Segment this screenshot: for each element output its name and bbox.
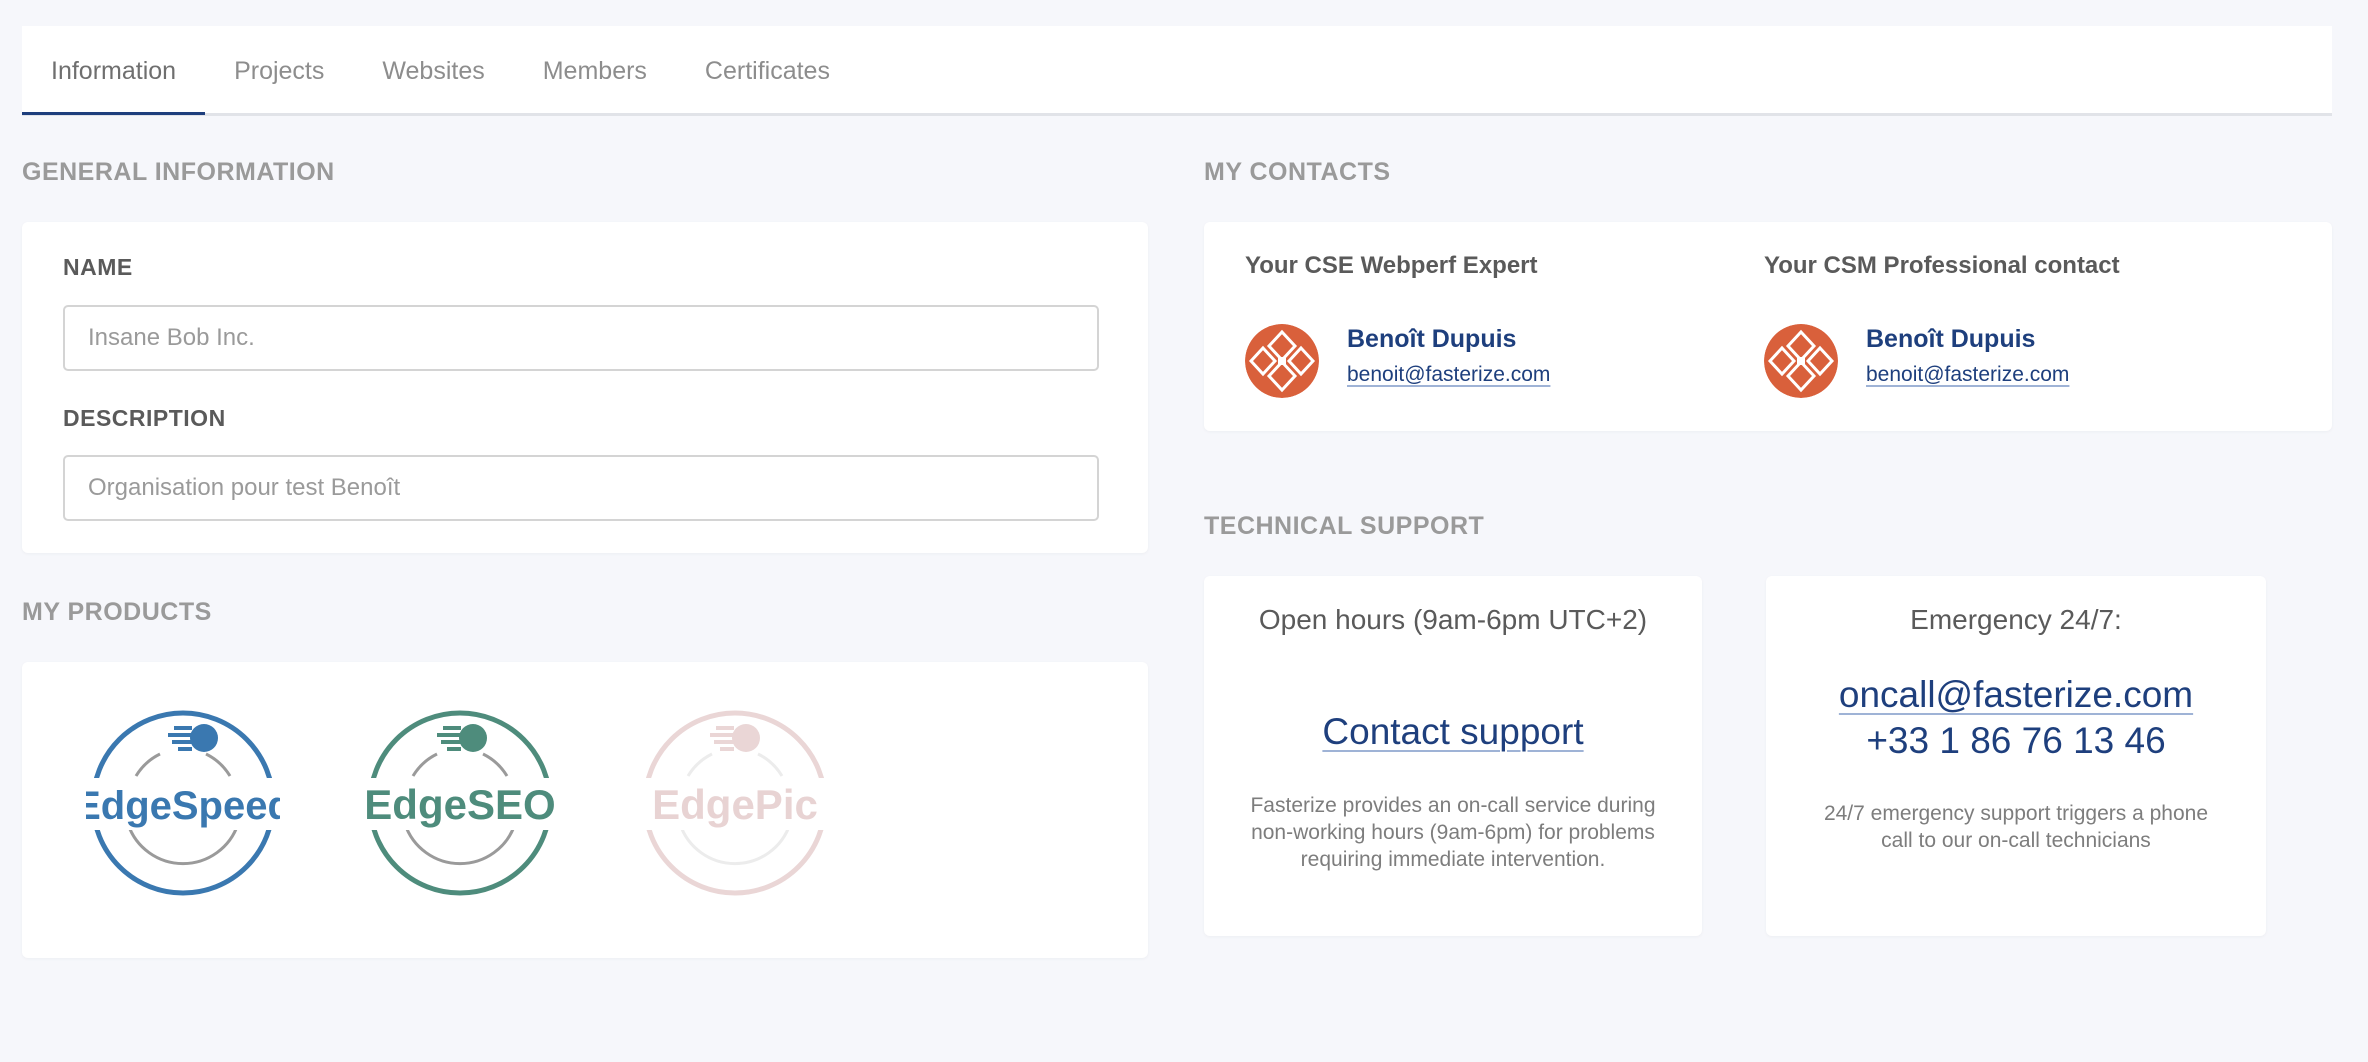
emergency-email-label[interactable]: oncall@fasterize.com [1839, 674, 2193, 715]
product-edgeseo-logo[interactable]: EdgeSEO [363, 706, 557, 900]
my-products-card: EdgeSpeed EdgeSEO EdgePic [22, 662, 1148, 958]
tab-bar: Information Projects Websites Members Ce… [22, 26, 2332, 116]
contact-support-label[interactable]: Contact support [1322, 711, 1583, 752]
avatar-pattern-icon [1245, 324, 1319, 398]
product-edgepic-logo[interactable]: EdgePic [638, 706, 832, 900]
avatar [1245, 324, 1319, 398]
general-information-title: GENERAL INFORMATION [22, 158, 335, 186]
emergency-title: Emergency 24/7: [1910, 604, 2122, 635]
my-contacts-title: MY CONTACTS [1204, 158, 1391, 186]
name-label: NAME [63, 254, 133, 280]
contact-name: Benoît Dupuis [1866, 325, 2036, 353]
edgepic-badge-icon: EdgePic [638, 710, 832, 896]
name-input[interactable] [63, 305, 1099, 371]
contact-email-link[interactable]: benoit@fasterize.com [1347, 363, 1550, 387]
avatar [1764, 324, 1838, 398]
description-input[interactable] [63, 455, 1099, 521]
tab-information[interactable]: Information [22, 26, 206, 115]
tab-certificates[interactable]: Certificates [676, 26, 859, 113]
edgespeed-badge-icon: EdgeSpeed [86, 710, 280, 896]
general-information-card: NAME DESCRIPTION [22, 222, 1148, 553]
open-hours-title: Open hours (9am-6pm UTC+2) [1258, 604, 1648, 635]
emergency-email-link[interactable]: oncall@fasterize.com [1766, 672, 2266, 718]
my-contacts-card: Your CSE Webperf Expert Benoît Dupuis be… [1204, 222, 2332, 431]
description-label: DESCRIPTION [63, 405, 226, 431]
contact-role: Your CSE Webperf Expert [1245, 252, 1538, 279]
product-label: EdgePic [652, 781, 818, 828]
avatar-pattern-icon [1764, 324, 1838, 398]
emergency-description: 24/7 emergency support triggers a phone … [1823, 802, 2209, 852]
emergency-phone[interactable]: +33 1 86 76 13 46 [1766, 718, 2266, 764]
open-hours-description: Fasterize provides an on-call service du… [1250, 794, 1656, 871]
contact-role: Your CSM Professional contact [1764, 252, 2120, 279]
my-products-title: MY PRODUCTS [22, 598, 212, 626]
emergency-card: Emergency 24/7: oncall@fasterize.com +33… [1766, 576, 2266, 936]
contact-name: Benoît Dupuis [1347, 325, 1517, 353]
tab-members[interactable]: Members [514, 26, 676, 113]
tab-websites[interactable]: Websites [353, 26, 513, 113]
tab-projects[interactable]: Projects [205, 26, 353, 113]
product-edgespeed-logo[interactable]: EdgeSpeed [86, 706, 280, 900]
edgeseo-badge-icon: EdgeSEO [363, 710, 557, 896]
open-hours-card: Open hours (9am-6pm UTC+2) Contact suppo… [1204, 576, 1702, 936]
contact-email-link[interactable]: benoit@fasterize.com [1866, 363, 2069, 387]
product-label: EdgeSEO [364, 781, 555, 828]
product-label: EdgeSpeed [86, 784, 280, 828]
technical-support-title: TECHNICAL SUPPORT [1204, 512, 1485, 540]
contact-support-link[interactable]: Contact support [1204, 709, 1702, 755]
